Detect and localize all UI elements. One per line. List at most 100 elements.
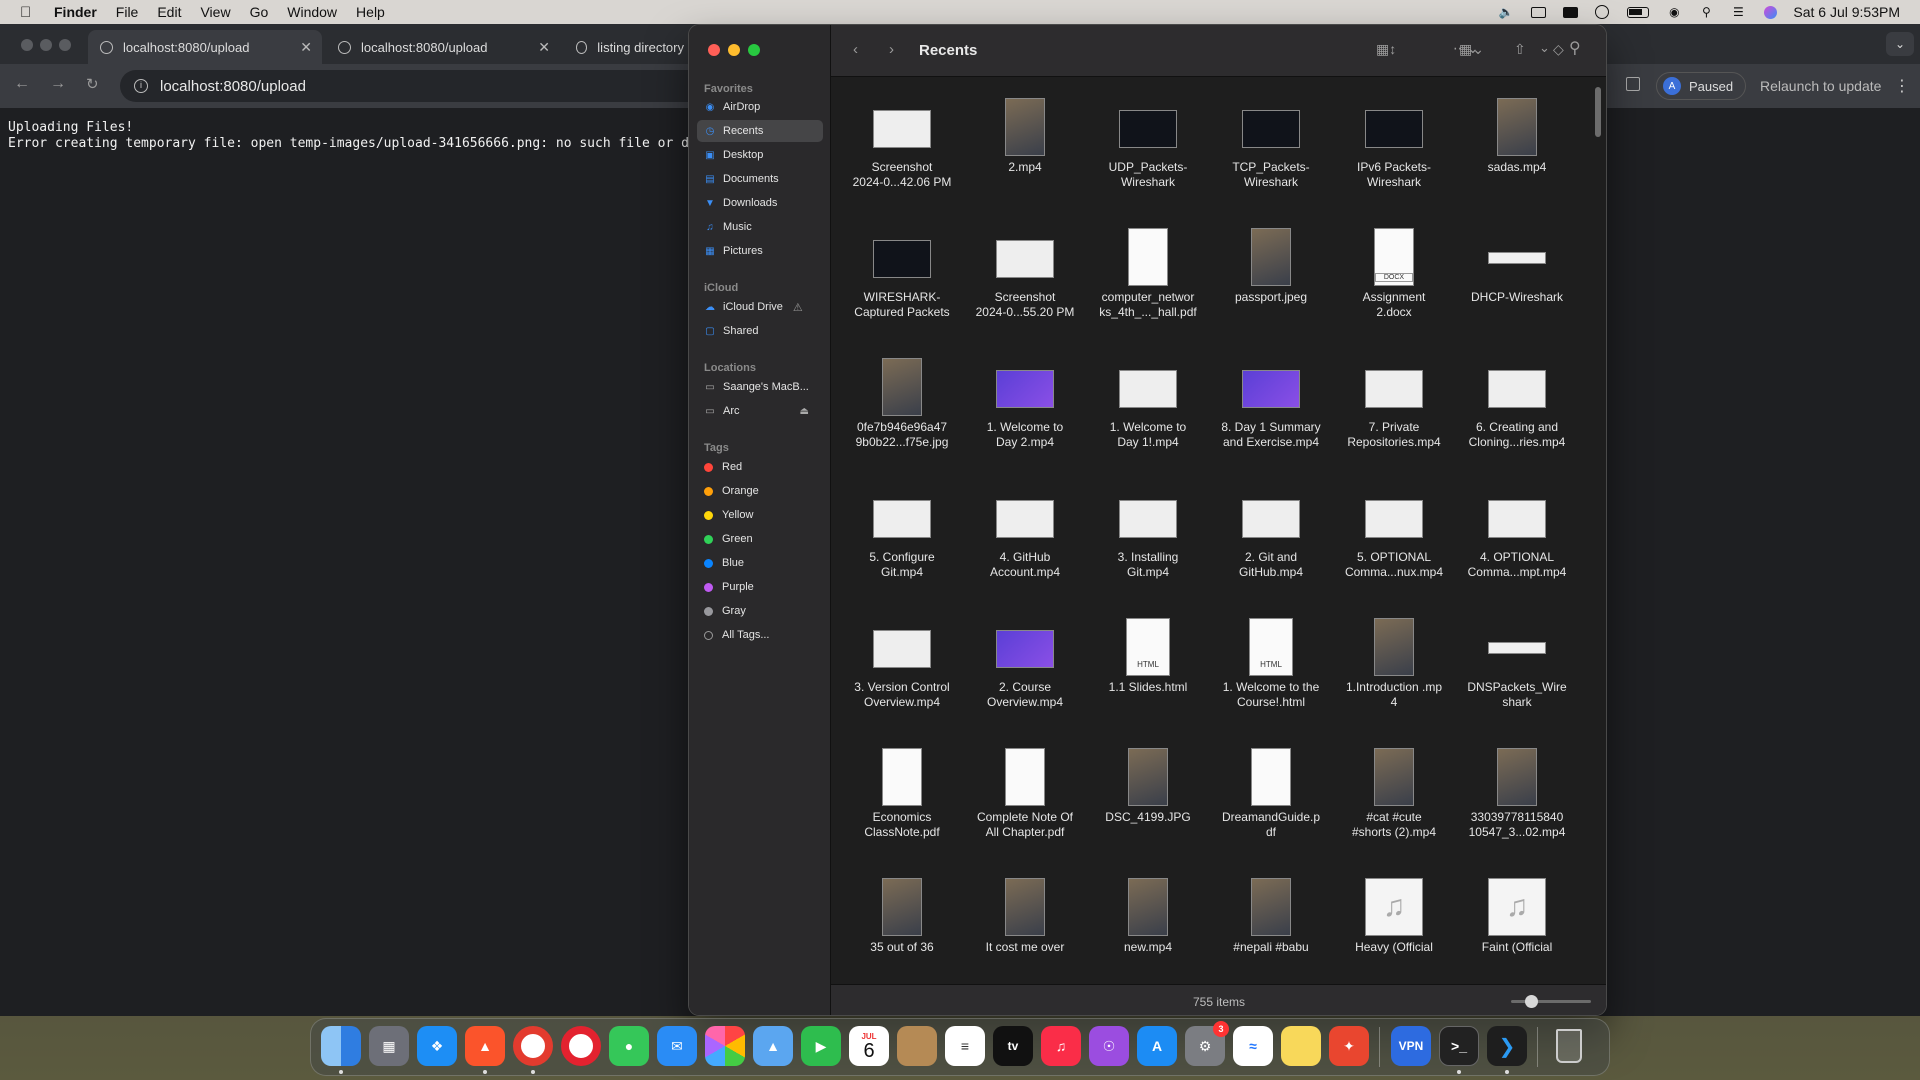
menu-view[interactable]: View: [200, 4, 230, 20]
trash-icon[interactable]: [1549, 1026, 1589, 1066]
file-item[interactable]: HTML 1.1 Slides.html: [1089, 612, 1207, 732]
file-item[interactable]: WIRESHARK- Captured Packets: [843, 222, 961, 342]
battery-icon[interactable]: [1625, 5, 1651, 19]
scrollbar-thumb[interactable]: [1595, 87, 1601, 137]
file-item[interactable]: DNSPackets_Wire shark: [1458, 612, 1576, 732]
file-item[interactable]: 1. Welcome to Day 1!.mp4: [1089, 352, 1207, 472]
url-text[interactable]: localhost:8080/upload: [160, 78, 306, 95]
file-item[interactable]: TCP_Packets- Wireshark: [1212, 92, 1330, 212]
file-item[interactable]: Screenshot 2024-0...55.20 PM: [966, 222, 1084, 342]
tab-search-icon[interactable]: ⌄: [1886, 32, 1914, 56]
maps-icon[interactable]: ▲: [753, 1026, 793, 1066]
finder-icon[interactable]: [321, 1026, 361, 1066]
photos-icon[interactable]: [705, 1026, 745, 1066]
sidebar-item-recents[interactable]: ◷ Recents: [697, 120, 823, 142]
forward-icon[interactable]: ›: [889, 41, 894, 58]
scrollbar[interactable]: [1594, 83, 1602, 983]
minimize-window-button[interactable]: [40, 39, 52, 51]
menu-app-name[interactable]: Finder: [54, 4, 97, 20]
browser-tab-2[interactable]: localhost:8080/upload ✕: [326, 30, 560, 64]
chrome-icon[interactable]: [513, 1026, 553, 1066]
file-item[interactable]: UDP_Packets- Wireshark: [1089, 92, 1207, 212]
file-item[interactable]: 3. Version Control Overview.mp4: [843, 612, 961, 732]
display-icon[interactable]: [1529, 5, 1547, 19]
safari-icon[interactable]: ❖: [417, 1026, 457, 1066]
file-item[interactable]: It cost me over: [966, 872, 1084, 984]
music-icon[interactable]: ♫: [1041, 1026, 1081, 1066]
sidebar-tag-alltags[interactable]: All Tags...: [697, 624, 823, 646]
play-icon[interactable]: [1593, 5, 1611, 19]
notes-icon[interactable]: [1281, 1026, 1321, 1066]
file-item[interactable]: 4. GitHub Account.mp4: [966, 482, 1084, 602]
eject-icon[interactable]: ⏏: [800, 406, 809, 417]
chevron-down-icon[interactable]: ⌄: [1539, 40, 1550, 56]
profile-button[interactable]: A Paused: [1656, 72, 1747, 100]
icon-view-icon[interactable]: ▦↕: [1376, 41, 1396, 58]
file-item[interactable]: Economics ClassNote.pdf: [843, 742, 961, 862]
contacts-icon[interactable]: [897, 1026, 937, 1066]
spotlight-icon[interactable]: ⚲: [1697, 5, 1715, 19]
launchpad-icon[interactable]: ▦: [369, 1026, 409, 1066]
icon-size-slider[interactable]: [1511, 995, 1591, 1008]
sidebar-tag-orange[interactable]: Orange: [697, 480, 823, 502]
back-icon[interactable]: ←: [14, 75, 30, 93]
close-window-button[interactable]: [708, 44, 720, 56]
reminders-icon[interactable]: ≡: [945, 1026, 985, 1066]
sidebar-item-pictures[interactable]: ▦ Pictures: [697, 240, 823, 262]
browser-tab-3[interactable]: listing directory: [564, 30, 684, 64]
clock[interactable]: Sat 6 Jul 9:53PM: [1793, 4, 1900, 20]
sidebar-tag-blue[interactable]: Blue: [697, 552, 823, 574]
sidebar-item-macbook[interactable]: ▭ Saange's MacB...: [697, 376, 823, 398]
git-client-icon[interactable]: ✦: [1329, 1026, 1369, 1066]
slider-knob[interactable]: [1525, 995, 1538, 1008]
site-info-icon[interactable]: i: [134, 79, 148, 93]
file-item[interactable]: DOCX Assignment 2.docx: [1335, 222, 1453, 342]
close-window-button[interactable]: [21, 39, 33, 51]
file-item[interactable]: 0fe7b946e96a47 9b0b22...f75e.jpg: [843, 352, 961, 472]
calendar-icon[interactable]: JUL 6: [849, 1026, 889, 1066]
file-item[interactable]: Complete Note Of All Chapter.pdf: [966, 742, 1084, 862]
menu-help[interactable]: Help: [356, 4, 385, 20]
more-actions-icon[interactable]: ⋯⌄: [1453, 40, 1479, 57]
file-item[interactable]: 1. Welcome to Day 2.mp4: [966, 352, 1084, 472]
sidebar-tag-gray[interactable]: Gray: [697, 600, 823, 622]
menu-go[interactable]: Go: [250, 4, 269, 20]
tag-icon[interactable]: ◇: [1553, 41, 1564, 58]
podcasts-icon[interactable]: ☉: [1089, 1026, 1129, 1066]
file-item[interactable]: 2. Git and GitHub.mp4: [1212, 482, 1330, 602]
control-center-icon[interactable]: ☰: [1729, 5, 1747, 19]
file-item[interactable]: computer_networ ks_4th_..._hall.pdf: [1089, 222, 1207, 342]
search-icon[interactable]: ⚲: [1569, 38, 1581, 58]
file-item[interactable]: 33039778115840 10547_3...02.mp4: [1458, 742, 1576, 862]
more-menu-icon[interactable]: ⋮: [1894, 76, 1910, 96]
sidebar-item-desktop[interactable]: ▣ Desktop: [697, 144, 823, 166]
sidebar-tag-purple[interactable]: Purple: [697, 576, 823, 598]
file-item[interactable]: 2.mp4: [966, 92, 1084, 212]
sidebar-item-music[interactable]: ♫ Music: [697, 216, 823, 238]
sidebar-tag-red[interactable]: Red: [697, 456, 823, 478]
messages-icon[interactable]: ●: [609, 1026, 649, 1066]
brave-icon[interactable]: ▲: [465, 1026, 505, 1066]
sidebar-item-shared[interactable]: ▢ Shared: [697, 320, 823, 342]
terminal-icon[interactable]: >_: [1439, 1026, 1479, 1066]
file-item[interactable]: 5. Configure Git.mp4: [843, 482, 961, 602]
file-item[interactable]: Screenshot 2024-0...42.06 PM: [843, 92, 961, 212]
menu-file[interactable]: File: [116, 4, 139, 20]
facetime-icon[interactable]: ▶: [801, 1026, 841, 1066]
app-store-icon[interactable]: A: [1137, 1026, 1177, 1066]
relaunch-button[interactable]: Relaunch to update: [1760, 72, 1881, 100]
file-item[interactable]: sadas.mp4: [1458, 92, 1576, 212]
file-item[interactable]: 6. Creating and Cloning...ries.mp4: [1458, 352, 1576, 472]
browser-tab-1[interactable]: localhost:8080/upload ✕: [88, 30, 322, 64]
system-settings-icon[interactable]: ⚙ 3: [1185, 1021, 1229, 1066]
file-item[interactable]: 2. Course Overview.mp4: [966, 612, 1084, 732]
minimize-window-button[interactable]: [728, 44, 740, 56]
reload-icon[interactable]: ↻: [86, 75, 99, 93]
sidebar-tag-yellow[interactable]: Yellow: [697, 504, 823, 526]
file-item[interactable]: passport.jpeg: [1212, 222, 1330, 342]
close-tab-icon[interactable]: ✕: [300, 39, 312, 56]
opera-icon[interactable]: [561, 1026, 601, 1066]
file-item[interactable]: ♫ Faint (Official: [1458, 872, 1576, 984]
file-item[interactable]: 3. Installing Git.mp4: [1089, 482, 1207, 602]
file-item[interactable]: 1.Introduction .mp 4: [1335, 612, 1453, 732]
